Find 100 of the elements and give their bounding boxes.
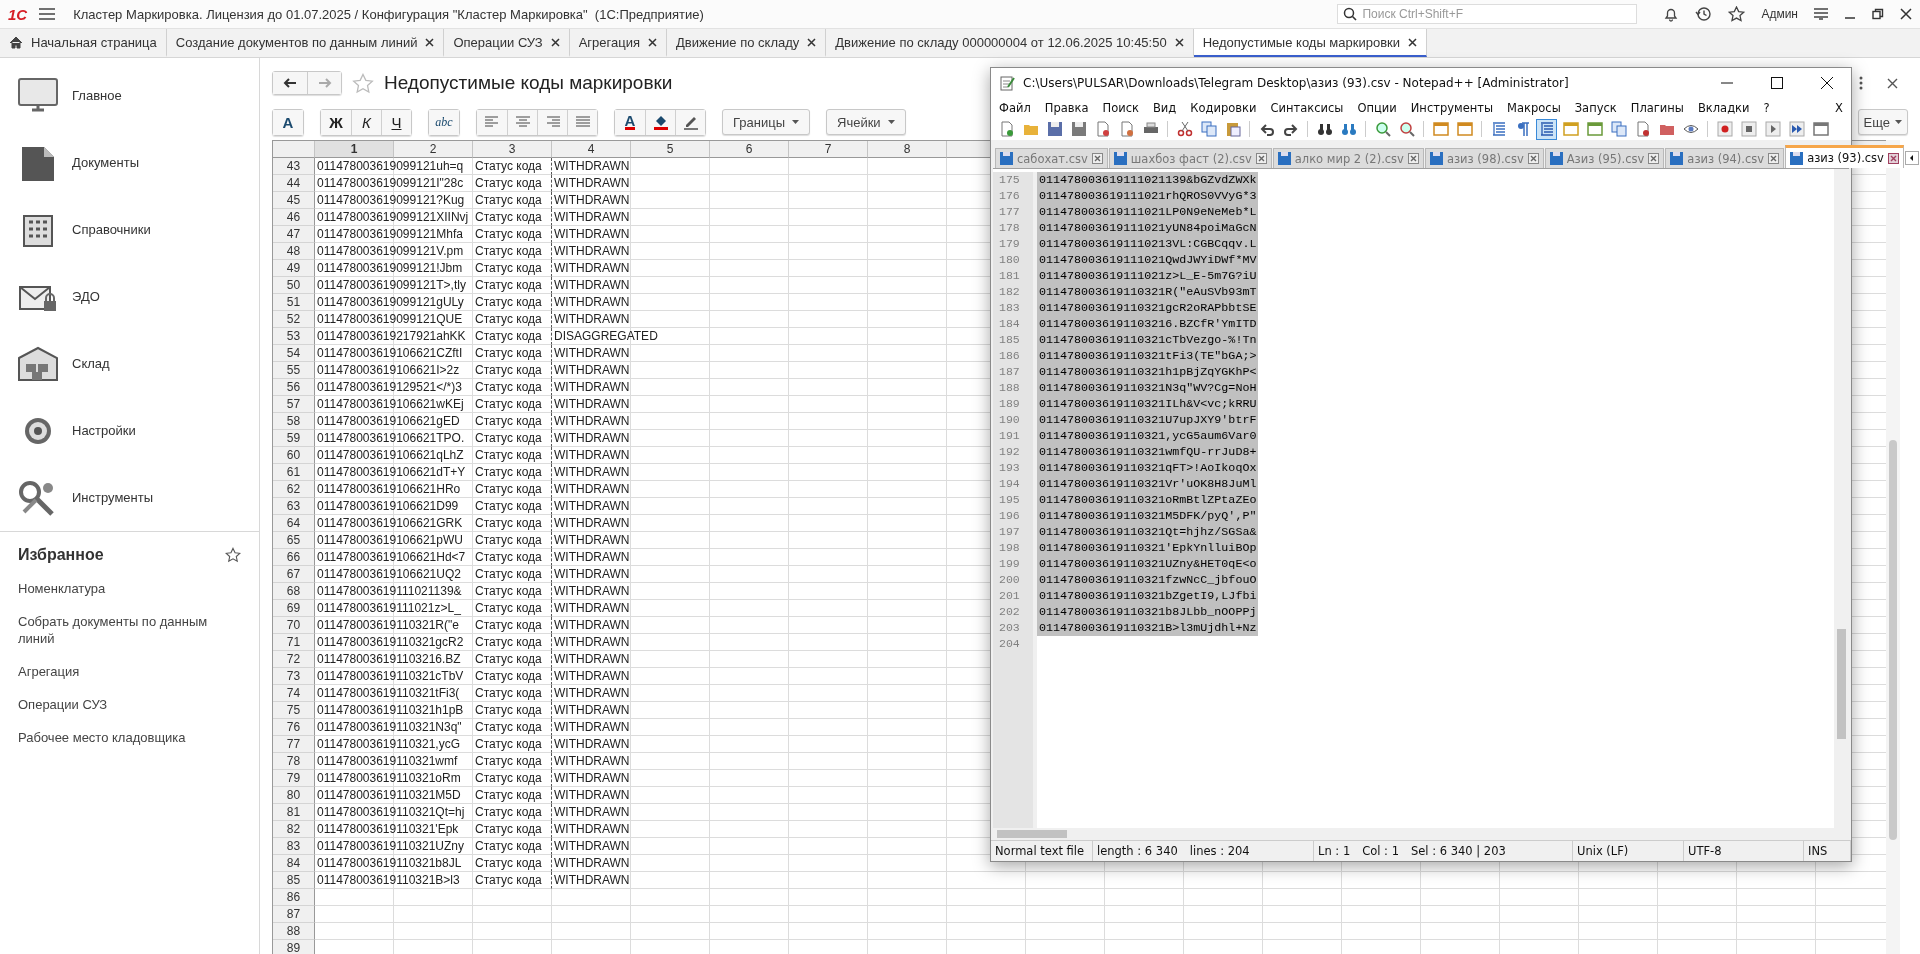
scroll-left-icon[interactable] xyxy=(1904,151,1919,165)
favorite-link[interactable]: Рабочее место кладовщика xyxy=(18,721,218,754)
favorite-link[interactable]: Операции СУЗ xyxy=(18,688,218,721)
line-number: 179 xyxy=(993,236,1033,252)
align-right-button[interactable] xyxy=(537,109,567,135)
column-header[interactable]: 3 xyxy=(473,141,552,158)
line-number: 192 xyxy=(993,444,1033,460)
document-list-icon[interactable] xyxy=(1608,118,1629,140)
column-header[interactable]: 6 xyxy=(710,141,789,158)
sidebar-item[interactable]: Документы xyxy=(0,129,259,196)
menu-item[interactable]: Вкладки xyxy=(1697,101,1750,115)
menu-icon[interactable] xyxy=(39,8,56,20)
star-icon[interactable] xyxy=(225,547,241,563)
menu-item[interactable]: Файл xyxy=(999,101,1031,115)
search-field[interactable]: Поиск Ctrl+Shift+F xyxy=(1337,4,1638,24)
maximize-icon[interactable] xyxy=(1771,77,1783,89)
indent-guide-icon[interactable] xyxy=(1536,118,1557,140)
tab-label: шахбоз фаст (2).csv xyxy=(1130,151,1252,166)
column-header[interactable]: 7 xyxy=(789,141,868,158)
favorite-link[interactable]: Собрать документы по данным линий xyxy=(18,605,218,655)
settings-menu-icon[interactable] xyxy=(1814,8,1828,20)
tab[interactable]: Движение по складу 000000004 от 12.06.2025 10:45:50 xyxy=(826,29,1194,57)
user-name[interactable]: Админ xyxy=(1761,7,1798,21)
tab[interactable]: Недопустимые коды маркировки xyxy=(1193,29,1428,57)
menu-item[interactable]: Запуск xyxy=(1574,101,1617,115)
column-header[interactable]: 8 xyxy=(868,141,947,158)
scrollbar-thumb[interactable] xyxy=(997,830,1067,838)
stop-icon[interactable] xyxy=(1738,118,1759,140)
menu-item[interactable]: Инструменты xyxy=(1410,101,1494,115)
bold-button[interactable]: Ж xyxy=(321,109,351,135)
fill-button[interactable] xyxy=(645,109,675,135)
back-button[interactable] xyxy=(273,72,307,94)
column-header[interactable]: 5 xyxy=(631,141,710,158)
dropdown-button[interactable]: Ячейки xyxy=(826,109,906,135)
align-center-button[interactable] xyxy=(507,109,537,135)
tab[interactable]: Агрегация xyxy=(569,29,667,57)
tab[interactable]: Операции СУЗ xyxy=(444,29,570,57)
align-left-button[interactable] xyxy=(477,109,507,135)
justify-button[interactable] xyxy=(567,109,597,135)
record-icon[interactable] xyxy=(1714,118,1735,140)
line-number: 201 xyxy=(993,588,1033,604)
close-icon[interactable] xyxy=(1887,152,1899,164)
menu-item[interactable]: ? xyxy=(1763,101,1770,115)
menu-item[interactable]: Кодировки xyxy=(1190,101,1257,115)
column-header[interactable]: 4 xyxy=(552,141,631,158)
bell-icon[interactable] xyxy=(1663,6,1680,22)
dropdown-button[interactable]: Границы xyxy=(722,109,810,135)
menu-item[interactable]: Синтаксисы xyxy=(1270,101,1344,115)
table-cell-text: WITHDRAWN xyxy=(553,634,631,651)
close-icon[interactable] xyxy=(807,37,817,47)
menu-item[interactable]: Поиск xyxy=(1102,101,1139,115)
line-number: 202 xyxy=(993,604,1033,620)
sidebar-item[interactable]: Инструменты xyxy=(0,464,259,531)
star-icon[interactable] xyxy=(1728,6,1746,22)
menu-item[interactable]: Вид xyxy=(1153,101,1177,115)
close-icon[interactable] xyxy=(1887,77,1898,89)
menu-item[interactable]: Правка xyxy=(1044,101,1089,115)
column-header[interactable]: 2 xyxy=(394,141,473,158)
sidebar-item[interactable]: Справочники xyxy=(0,196,259,263)
close-icon[interactable] xyxy=(1900,8,1912,20)
spell-button[interactable]: abc xyxy=(429,109,459,135)
more-vertical-icon[interactable] xyxy=(1859,76,1863,90)
floppy-icon xyxy=(1670,152,1684,165)
menu-item[interactable]: Опции xyxy=(1357,101,1397,115)
close-icon[interactable] xyxy=(1821,77,1833,89)
close-icon[interactable] xyxy=(1174,37,1184,47)
sidebar-item[interactable]: Главное xyxy=(0,62,259,129)
close-icon[interactable] xyxy=(425,37,435,47)
favorite-link[interactable]: Номенклатура xyxy=(18,572,218,605)
close-icon[interactable] xyxy=(648,37,657,47)
tab[interactable]: Создание документов по данным линий xyxy=(166,29,445,57)
favorite-link[interactable]: Агрегация xyxy=(18,655,218,688)
sidebar-item[interactable]: Настройки xyxy=(0,397,259,464)
close-icon[interactable] xyxy=(550,37,560,47)
font-button[interactable]: A xyxy=(273,109,303,135)
sidebar-item[interactable]: ЭДО xyxy=(0,263,259,330)
close-icon[interactable] xyxy=(1408,37,1418,47)
column-header[interactable]: 1 xyxy=(315,141,394,158)
row-number: 88 xyxy=(273,923,315,940)
play-icon[interactable] xyxy=(1762,118,1783,140)
file-tab[interactable]: азиз (93).csv xyxy=(1785,145,1904,168)
app-logo[interactable]: 1С xyxy=(8,5,28,23)
copy-icon[interactable] xyxy=(1198,118,1219,140)
more-button[interactable]: Еще xyxy=(1857,109,1908,135)
italic-button[interactable]: К xyxy=(351,109,381,135)
menu-item[interactable]: Плагины xyxy=(1630,101,1684,115)
tab[interactable]: Начальная страница xyxy=(0,29,167,57)
fast-forward-icon[interactable] xyxy=(1786,118,1807,140)
font-color-button[interactable]: A xyxy=(615,109,645,135)
sidebar-item[interactable]: Склад xyxy=(0,330,259,397)
menu-item[interactable]: Макросы xyxy=(1507,101,1561,115)
pencil-button[interactable] xyxy=(675,109,705,135)
history-icon[interactable] xyxy=(1695,6,1713,22)
scrollbar-thumb[interactable] xyxy=(1889,440,1897,840)
close-document-button[interactable]: X xyxy=(1835,101,1843,115)
tab[interactable]: Движение по складу xyxy=(667,29,827,57)
scrollbar-thumb[interactable] xyxy=(1837,629,1846,739)
star-icon[interactable] xyxy=(352,72,374,94)
underline-button[interactable]: Ч xyxy=(381,109,411,135)
restore-icon[interactable] xyxy=(1872,8,1884,20)
